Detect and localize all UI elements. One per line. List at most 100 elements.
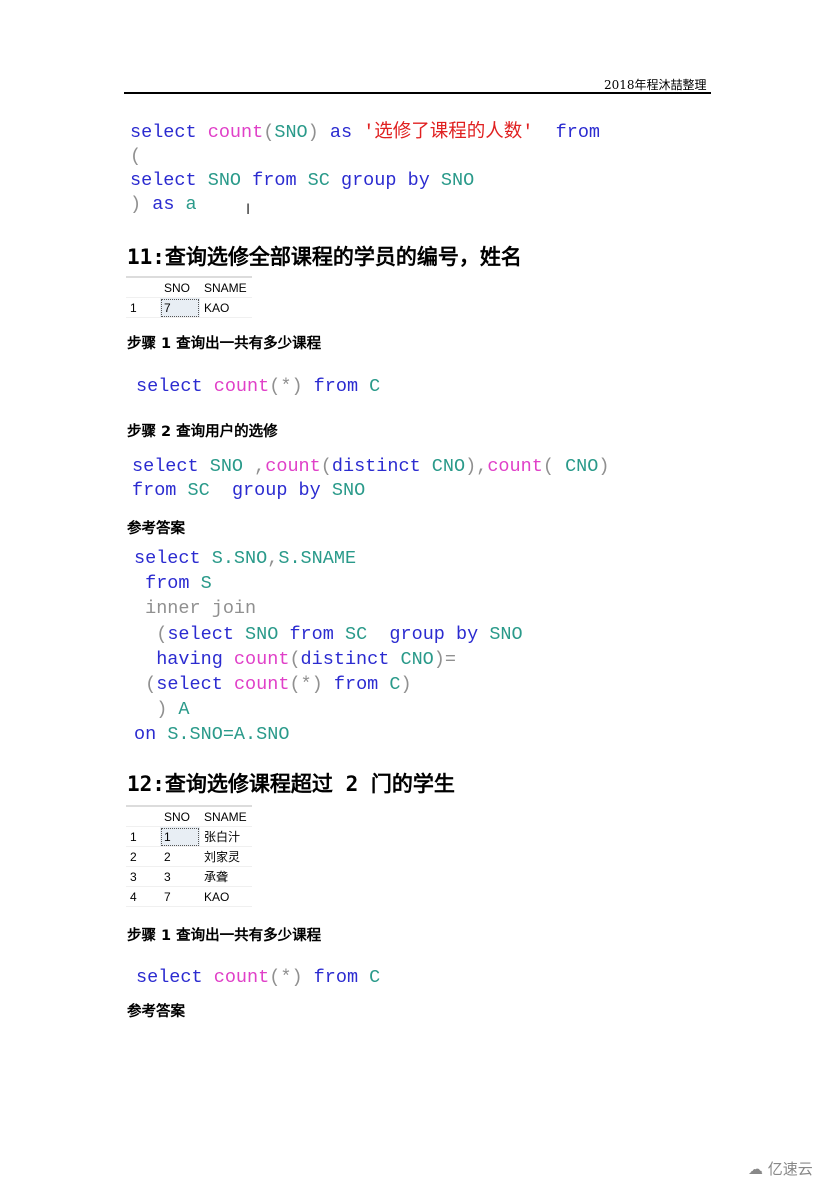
code-token: ) — [130, 194, 142, 215]
grid-row-number: 3 — [126, 866, 160, 887]
code-token: count — [213, 967, 270, 988]
code-token: distinct — [300, 648, 401, 670]
code-token: )= — [433, 648, 456, 670]
grid-row-number: 2 — [126, 846, 160, 867]
code-token: (*) — [269, 967, 303, 988]
code-token: ) — [307, 122, 319, 143]
grid-cell-sno[interactable]: 7 — [160, 297, 200, 318]
step-1-heading: 步骤 1 查询出一共有多少课程 — [127, 336, 322, 352]
code-token: S.SNO=A.SNO — [167, 724, 290, 746]
grid-header-cell: SNAME — [200, 805, 252, 827]
code-token: CNO — [431, 456, 466, 477]
code-token: ( — [134, 674, 157, 696]
code-token: group by — [209, 480, 332, 501]
code-line: ( — [130, 145, 600, 169]
code-token: count — [207, 122, 264, 143]
code-token: SNO — [489, 623, 523, 645]
grid-header-cell — [126, 805, 160, 827]
code-token: SC — [307, 170, 330, 191]
grid-row[interactable]: 4 7 KAO — [126, 886, 252, 907]
code-step1-count-courses: select count(*) from C — [136, 966, 380, 990]
code-line: on S.SNO=A.SNO — [134, 722, 523, 747]
code-token: ), — [465, 456, 488, 477]
code-token: SNO — [207, 170, 242, 191]
code-token: SNO — [245, 623, 279, 645]
code-line: from S — [134, 571, 523, 596]
answer-heading: 参考答案 — [127, 521, 185, 537]
code-token: having — [134, 648, 234, 670]
code-token: group by — [367, 623, 490, 645]
code-step2-user-courses: select SNO ,count(distinct CNO),count( C… — [132, 455, 609, 503]
code-line: inner join — [134, 596, 523, 621]
answer-heading: 参考答案 — [127, 1004, 185, 1020]
step-2-heading: 步骤 2 查询用户的选修 — [127, 424, 278, 440]
code-token: S.SNO — [211, 548, 268, 569]
code-token: SNO — [209, 456, 244, 477]
code-line: select SNO ,count(distinct CNO),count( C… — [132, 455, 609, 479]
grid-cell-sname[interactable]: 承聋 — [200, 866, 252, 887]
code-token: ( — [263, 122, 275, 143]
code-token: from — [132, 480, 188, 501]
code-token: count — [233, 648, 290, 670]
code-line: ) A — [134, 697, 523, 722]
code-token: select — [134, 548, 212, 569]
section-11-title: 11:查询选修全部课程的学员的编号，姓名 — [127, 245, 522, 269]
grid-row-number: 4 — [126, 886, 160, 907]
grid-cell-sname[interactable]: 张白汁 — [200, 826, 252, 847]
grid-row[interactable]: 1 7 KAO — [126, 297, 252, 318]
code-token: , — [243, 456, 266, 477]
grid-cell-sno[interactable]: 7 — [160, 886, 200, 907]
grid-cell-sno[interactable]: 1 — [160, 826, 200, 847]
text-cursor-icon: I — [246, 202, 251, 218]
code-line: select count(SNO) as '选修了课程的人数' from — [130, 121, 600, 145]
code-token: SNO — [440, 170, 475, 191]
code-token: from — [241, 170, 308, 191]
code-token: as — [318, 122, 364, 143]
code-line: select S.SNO,S.SNAME — [134, 546, 523, 571]
code-token: from — [302, 967, 370, 988]
code-token: count — [213, 376, 270, 397]
grid-cell-sno[interactable]: 2 — [160, 846, 200, 867]
code-line: (select SNO from SC group by SNO — [134, 622, 523, 647]
code-step1-count-courses: select count(*) from C — [136, 375, 380, 399]
code-token: on — [134, 724, 168, 746]
code-token: CNO — [565, 456, 599, 477]
code-line: from SC group by SNO — [132, 479, 609, 503]
code-token: select — [136, 376, 214, 397]
code-token: select — [130, 170, 208, 191]
code-token: count — [265, 456, 321, 477]
grid-row[interactable]: 3 3 承聋 — [126, 866, 252, 887]
code-answer-11: select S.SNO,S.SNAME from S inner join (… — [134, 546, 523, 748]
grid-row[interactable]: 2 2 刘家灵 — [126, 846, 252, 867]
code-token: select — [156, 674, 234, 696]
code-token: C — [369, 967, 381, 988]
code-token: from — [134, 573, 201, 595]
code-token: (*) — [269, 376, 303, 397]
step-1-heading: 步骤 1 查询出一共有多少课程 — [127, 928, 322, 944]
code-token: ) — [134, 699, 179, 721]
code-token: inner join — [134, 598, 257, 620]
grid-row[interactable]: 1 1 张白汁 — [126, 826, 252, 847]
grid-header-cell: SNO — [160, 276, 200, 298]
header-rule — [124, 92, 711, 94]
result-grid-12: SNO SNAME 1 1 张白汁 2 2 刘家灵 3 3 承聋 4 7 KAO — [126, 805, 252, 907]
grid-cell-sno[interactable]: 3 — [160, 866, 200, 887]
code-token: count — [487, 456, 543, 477]
grid-cell-sname[interactable]: KAO — [200, 297, 252, 318]
code-token: ( — [289, 648, 301, 670]
code-token: select — [136, 967, 214, 988]
code-token: S.SNAME — [278, 548, 357, 569]
result-grid-11: SNO SNAME 1 7 KAO — [126, 276, 252, 318]
code-token: ( — [130, 146, 142, 167]
grid-cell-sname[interactable]: 刘家灵 — [200, 846, 252, 867]
section-12-title: 12:查询选修课程超过 2 门的学生 — [127, 772, 455, 796]
code-token: ) — [598, 456, 610, 477]
code-token: from — [302, 376, 370, 397]
code-line: select count(*) from C — [136, 375, 380, 399]
code-token: as — [141, 194, 186, 215]
grid-header-row: SNO SNAME — [126, 276, 252, 298]
code-line: (select count(*) from C) — [134, 672, 523, 697]
code-token: A — [178, 699, 190, 721]
grid-cell-sname[interactable]: KAO — [200, 886, 252, 907]
code-token: from — [533, 122, 601, 143]
